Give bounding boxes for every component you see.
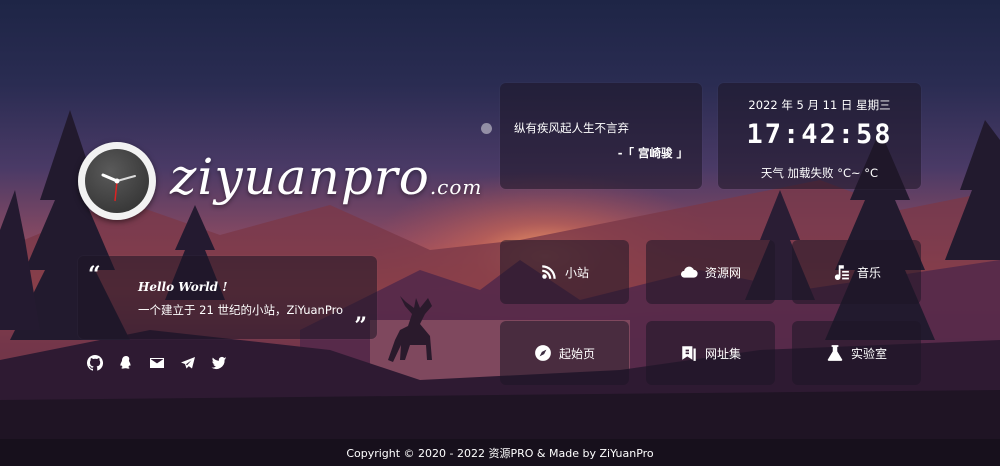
blog-icon (542, 265, 556, 279)
link-label: 小站 (564, 265, 589, 280)
social-links (86, 354, 228, 372)
github-icon[interactable] (86, 354, 104, 372)
intro-subtitle: 一个建立于 21 世纪的小站，ZiYuanPro (138, 303, 344, 317)
indicator-dot (481, 123, 492, 134)
background-landscape (0, 0, 1000, 466)
link-blog-button[interactable]: 小站 (500, 240, 629, 304)
quote-author: -「 宫崎骏 」 (617, 146, 688, 160)
link-resources-button[interactable]: 资源网 (646, 240, 775, 304)
date-text: 2022 年 5 月 11 日 星期三 (748, 98, 891, 112)
link-startpage-button[interactable]: 起始页 (500, 321, 629, 385)
telegram-icon[interactable] (179, 354, 197, 372)
flask-icon (827, 345, 843, 361)
link-music-button[interactable]: 音乐 (792, 240, 921, 304)
quote-text: 纵有疾风起人生不言弃 (514, 121, 629, 135)
qq-icon[interactable] (117, 354, 135, 372)
link-lab-button[interactable]: 实验室 (792, 321, 921, 385)
copyright-text: Copyright © 2020 - 2022 资源PRO & Made by … (346, 446, 654, 460)
footer: Copyright © 2020 - 2022 资源PRO & Made by … (0, 439, 1000, 466)
link-label: 音乐 (856, 265, 881, 280)
link-label: 实验室 (850, 346, 887, 361)
compass-icon (535, 345, 551, 361)
logo-clock-icon (78, 142, 156, 220)
logo-suffix: .com (429, 175, 483, 199)
link-label: 资源网 (704, 265, 741, 280)
link-bookmarks-button[interactable]: 网址集 (646, 321, 775, 385)
time-card: 2022 年 5 月 11 日 星期三 17:42:58 天气 加载失败 °C~… (718, 83, 921, 189)
intro-title: Hello World ! (138, 280, 228, 294)
music-icon (834, 265, 849, 280)
logo-name: ziyuanpro (170, 148, 430, 206)
weather-text: 天气 加载失败 °C~ °C (760, 166, 879, 180)
twitter-icon[interactable] (210, 354, 228, 372)
hitokoto-card[interactable]: 纵有疾风起人生不言弃 -「 宫崎骏 」 (500, 83, 702, 189)
intro-card: “ Hello World ! 一个建立于 21 世纪的小站，ZiYuanPro… (78, 256, 377, 339)
cloud-icon (680, 266, 698, 278)
site-logo[interactable]: ziyuanpro.com (170, 148, 482, 206)
mail-icon[interactable] (148, 354, 166, 372)
link-label: 网址集 (704, 346, 741, 361)
quote-close-icon: ” (354, 313, 367, 339)
bookmark-icon (682, 346, 696, 361)
link-label: 起始页 (558, 346, 595, 361)
quote-open-icon: “ (88, 262, 101, 288)
clock-time: 17:42:58 (746, 119, 893, 150)
